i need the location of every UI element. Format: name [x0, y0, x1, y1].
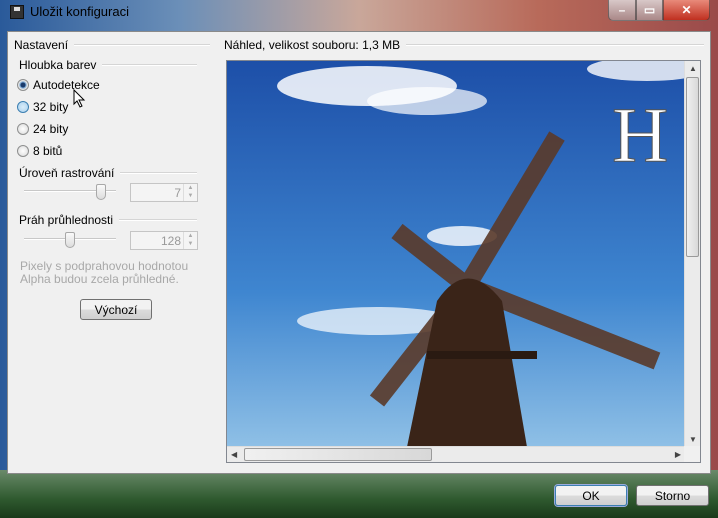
scrollbar-corner [684, 446, 700, 462]
radio-button[interactable] [17, 123, 29, 135]
preview-image-text: H [612, 91, 668, 178]
hint-line: Alpha budou zcela průhledné. [20, 272, 179, 286]
radio-autodetect[interactable]: Autodetekce [17, 78, 100, 92]
dither-label: Úroveň rastrování [19, 166, 115, 180]
radio-button[interactable] [17, 145, 29, 157]
mouse-cursor-icon [73, 89, 86, 108]
preview-image-windmill: H [227, 61, 685, 447]
dither-spinbox[interactable]: 7 ▲ ▼ [130, 183, 198, 202]
horizontal-scroll-thumb[interactable] [244, 448, 432, 461]
spin-value: 128 [160, 234, 181, 248]
radio-label: 24 bity [33, 122, 69, 136]
window-title: Uložit konfiguraci [30, 4, 129, 19]
preview-header: Náhled, velikost souboru: 1,3 MB [224, 38, 704, 52]
radio-label: Autodetekce [33, 78, 100, 92]
settings-group-header: Nastavení [14, 38, 210, 52]
radio-8bit[interactable]: 8 bitů [17, 144, 62, 158]
cancel-button[interactable]: Storno [636, 485, 709, 506]
dialog-client: Nastavení Hloubka barev Autodetekce 32 b… [7, 31, 711, 474]
preview-label: Náhled, velikost souboru: 1,3 MB [224, 38, 401, 52]
title-bar: Uložit konfiguraci [10, 4, 129, 19]
horizontal-scrollbar[interactable]: ◀ ▶ [227, 446, 685, 462]
settings-label: Nastavení [14, 38, 69, 52]
ok-button[interactable]: OK [555, 485, 627, 506]
radio-32bit[interactable]: 32 bity [17, 100, 68, 114]
color-depth-header: Hloubka barev [19, 58, 197, 72]
vertical-scroll-thumb[interactable] [686, 77, 699, 257]
slider-thumb[interactable] [65, 232, 75, 248]
transparency-hint: Pixely s podprahovou hodnotou Alpha budou… [20, 260, 188, 286]
radio-label: 32 bity [33, 100, 69, 114]
radio-24bit[interactable]: 24 bity [17, 122, 68, 136]
transparency-slider[interactable] [24, 232, 116, 248]
floppy-disk-icon [10, 4, 24, 19]
transparency-spinbox[interactable]: 128 ▲ ▼ [130, 231, 198, 250]
default-button[interactable]: Výchozí [80, 299, 152, 320]
radio-button[interactable] [17, 101, 29, 113]
transparency-header: Práh průhlednosti [19, 213, 197, 227]
dither-slider[interactable] [24, 184, 116, 200]
radio-label: 8 bitů [33, 144, 63, 158]
transparency-label: Práh průhlednosti [19, 213, 114, 227]
color-depth-label: Hloubka barev [19, 58, 97, 72]
preview-pane: H ▲ ▼ ◀ ▶ [226, 60, 701, 463]
spin-value: 7 [174, 186, 181, 200]
close-button[interactable]: ✕ [663, 0, 710, 21]
spin-arrows[interactable]: ▲ ▼ [183, 184, 197, 201]
maximize-button[interactable]: ▭ [636, 0, 663, 21]
spin-arrows[interactable]: ▲ ▼ [183, 232, 197, 249]
slider-thumb[interactable] [96, 184, 106, 200]
minimize-button[interactable]: – [608, 0, 636, 21]
vertical-scrollbar[interactable]: ▲ ▼ [684, 61, 700, 447]
radio-button[interactable] [17, 79, 29, 91]
dither-header: Úroveň rastrování [19, 166, 197, 180]
